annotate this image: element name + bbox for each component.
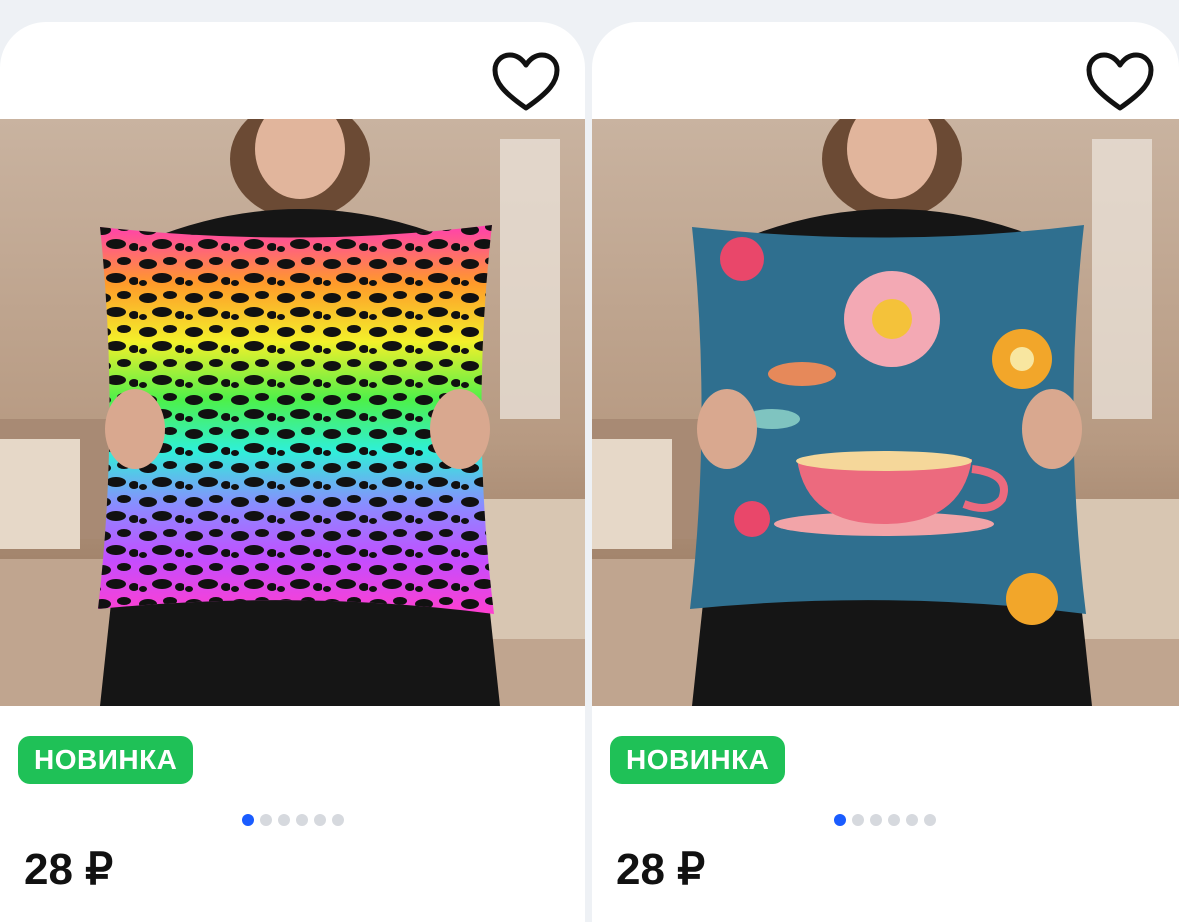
favorite-button[interactable]	[1085, 52, 1155, 114]
carousel-dot[interactable]	[278, 814, 290, 826]
heart-outline-icon	[1086, 52, 1154, 111]
new-badge: НОВИНКА	[610, 736, 786, 784]
product-image[interactable]	[592, 119, 1179, 706]
carousel-dot[interactable]	[834, 814, 846, 826]
product-card[interactable]: НОВИНКА 28 ₽	[0, 22, 585, 922]
carousel-dot[interactable]	[242, 814, 254, 826]
product-price: 28 ₽	[616, 845, 706, 894]
carousel-dot[interactable]	[888, 814, 900, 826]
heart-outline-icon	[492, 52, 560, 111]
carousel-dot[interactable]	[296, 814, 308, 826]
favorite-button[interactable]	[491, 52, 561, 114]
carousel-dot[interactable]	[260, 814, 272, 826]
carousel-dot[interactable]	[332, 814, 344, 826]
floral-teacup-pillow	[592, 119, 1179, 706]
product-price: 28 ₽	[24, 845, 114, 894]
carousel-dot[interactable]	[870, 814, 882, 826]
carousel-dot[interactable]	[924, 814, 936, 826]
carousel-dot[interactable]	[906, 814, 918, 826]
carousel-dots[interactable]	[834, 814, 936, 826]
new-badge: НОВИНКА	[18, 736, 194, 784]
product-grid: НОВИНКА 28 ₽ НОВИНКА 28 ₽	[0, 0, 1179, 922]
card-divider	[585, 0, 592, 903]
carousel-dots[interactable]	[242, 814, 344, 826]
carousel-dot[interactable]	[314, 814, 326, 826]
carousel-dot[interactable]	[852, 814, 864, 826]
leopard-print-pillow	[0, 119, 585, 706]
product-card[interactable]: НОВИНКА 28 ₽	[592, 22, 1179, 922]
product-image[interactable]	[0, 119, 585, 706]
